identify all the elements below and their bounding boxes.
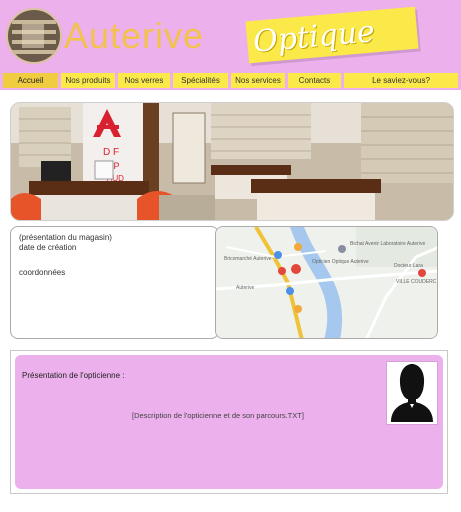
brand-tagline: Optique <box>251 14 377 60</box>
map-label-laboratoire: Bichat Avenir Laboratoire Auterive <box>350 241 426 247</box>
map-label-auterive: Auterive <box>236 285 255 291</box>
brand-tagline-banner: Optique <box>245 6 419 64</box>
optician-description: [Description de l'opticienne et de son p… <box>132 411 304 420</box>
map-label-opticien: Opticien Optique Auterive <box>312 259 369 265</box>
store-presentation: (présentation du magasin) <box>19 233 112 242</box>
optician-heading: Présentation de l'opticienne : <box>22 371 125 380</box>
store-coordinates: coordonnées <box>19 268 66 277</box>
site-header: Auterive Optique <box>0 0 461 71</box>
nav-item-nos-produits[interactable]: Nos produits <box>61 73 115 88</box>
store-logo[interactable] <box>6 8 62 64</box>
nav-item-nos-verres[interactable]: Nos verres <box>118 73 170 88</box>
sign-text-1: D F <box>103 147 119 158</box>
nav-item-le-saviez-vous[interactable]: Le saviez-vous? <box>344 73 458 88</box>
location-map[interactable]: Bricomarché Auterive Opticien Optique Au… <box>215 226 438 339</box>
person-silhouette-icon <box>391 364 433 422</box>
main-nav: Accueil Nos produits Nos verres Spéciali… <box>0 71 461 90</box>
brand-name: Auterive <box>64 15 205 56</box>
nav-item-nos-services[interactable]: Nos services <box>231 73 285 88</box>
optician-portrait <box>386 361 438 425</box>
store-creation-date: date de création <box>19 243 77 252</box>
map-label-bricomarche: Bricomarché Auterive <box>224 256 272 262</box>
map-label-docteur: Docteur Lara <box>394 263 423 269</box>
store-interior-photo: D F ZP AUD <box>10 102 454 221</box>
nav-item-specialites[interactable]: Spécialités <box>173 73 228 88</box>
nav-item-contacts[interactable]: Contacts <box>288 73 341 88</box>
store-interior-illustration: D F ZP AUD <box>11 103 453 220</box>
map-label-ville-couderc: VILLE COUDERC <box>396 279 437 285</box>
nav-item-accueil[interactable]: Accueil <box>3 73 58 88</box>
